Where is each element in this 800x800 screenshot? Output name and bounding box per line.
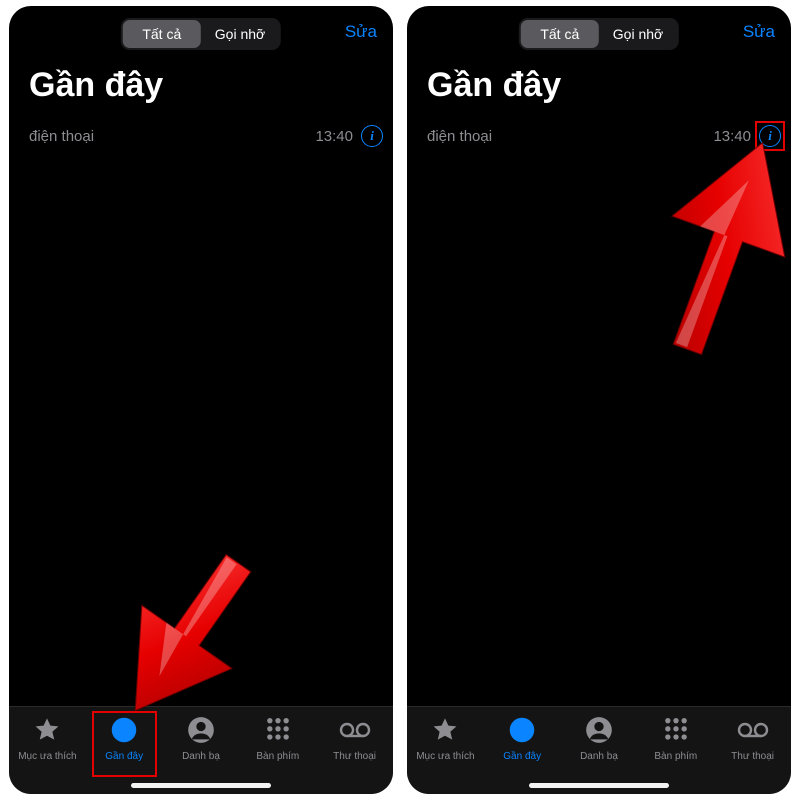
tab-label: Bàn phím xyxy=(256,751,299,762)
tab-keypad[interactable]: Bàn phím xyxy=(239,713,316,794)
info-icon[interactable]: i xyxy=(361,125,383,147)
recent-call-row[interactable]: điện thoại 13:40 i xyxy=(9,121,393,159)
tab-label: Danh bạ xyxy=(182,751,220,762)
tab-label: Danh bạ xyxy=(580,751,618,762)
home-indicator[interactable] xyxy=(529,783,669,788)
tab-label: Thư thoại xyxy=(731,751,774,762)
recent-call-row[interactable]: điện thoại 13:40 i xyxy=(407,121,791,159)
tab-bar: Mục ưa thích Gần đây Danh bạ Bàn phím Th… xyxy=(407,706,791,794)
home-indicator[interactable] xyxy=(131,783,271,788)
tab-voicemail[interactable]: Thư thoại xyxy=(316,713,393,794)
info-icon[interactable]: i xyxy=(759,125,781,147)
top-bar: Tất cả Gọi nhỡ Sửa xyxy=(9,6,393,56)
tab-contacts[interactable]: Danh bạ xyxy=(561,713,638,794)
tab-bar: Mục ưa thích Gần đây Danh bạ Bàn phím Th… xyxy=(9,706,393,794)
tab-recents[interactable]: Gần đây xyxy=(86,713,163,794)
tab-keypad[interactable]: Bàn phím xyxy=(637,713,714,794)
tab-favorites[interactable]: Mục ưa thích xyxy=(9,713,86,794)
call-name: điện thoại xyxy=(427,128,713,145)
segment-all[interactable]: Tất cả xyxy=(123,20,201,48)
top-bar: Tất cả Gọi nhỡ Sửa xyxy=(407,6,791,56)
tab-label: Mục ưa thích xyxy=(18,751,76,762)
call-time: 13:40 xyxy=(315,128,353,145)
call-time: 13:40 xyxy=(713,128,751,145)
tab-contacts[interactable]: Danh bạ xyxy=(163,713,240,794)
call-name: điện thoại xyxy=(29,128,315,145)
tab-label: Thư thoại xyxy=(333,751,376,762)
edit-button[interactable]: Sửa xyxy=(743,22,775,42)
segment-missed[interactable]: Gọi nhỡ xyxy=(201,20,279,48)
tab-voicemail[interactable]: Thư thoại xyxy=(714,713,791,794)
tab-label: Mục ưa thích xyxy=(416,751,474,762)
edit-button[interactable]: Sửa xyxy=(345,22,377,42)
phone-screen-right: Tất cả Gọi nhỡ Sửa Gần đây điện thoại 13… xyxy=(407,6,791,794)
tab-favorites[interactable]: Mục ưa thích xyxy=(407,713,484,794)
tab-label: Gần đây xyxy=(503,751,541,762)
segment-all[interactable]: Tất cả xyxy=(521,20,599,48)
page-title: Gần đây xyxy=(29,66,393,105)
tab-label: Gần đây xyxy=(105,751,143,762)
recents-segmented-control[interactable]: Tất cả Gọi nhỡ xyxy=(519,18,679,50)
recents-segmented-control[interactable]: Tất cả Gọi nhỡ xyxy=(121,18,281,50)
tab-recents[interactable]: Gần đây xyxy=(484,713,561,794)
segment-missed[interactable]: Gọi nhỡ xyxy=(599,20,677,48)
phone-screen-left: Tất cả Gọi nhỡ Sửa Gần đây điện thoại 13… xyxy=(9,6,393,794)
annotation-arrow-icon xyxy=(635,136,791,356)
tab-label: Bàn phím xyxy=(654,751,697,762)
page-title: Gần đây xyxy=(427,66,791,105)
